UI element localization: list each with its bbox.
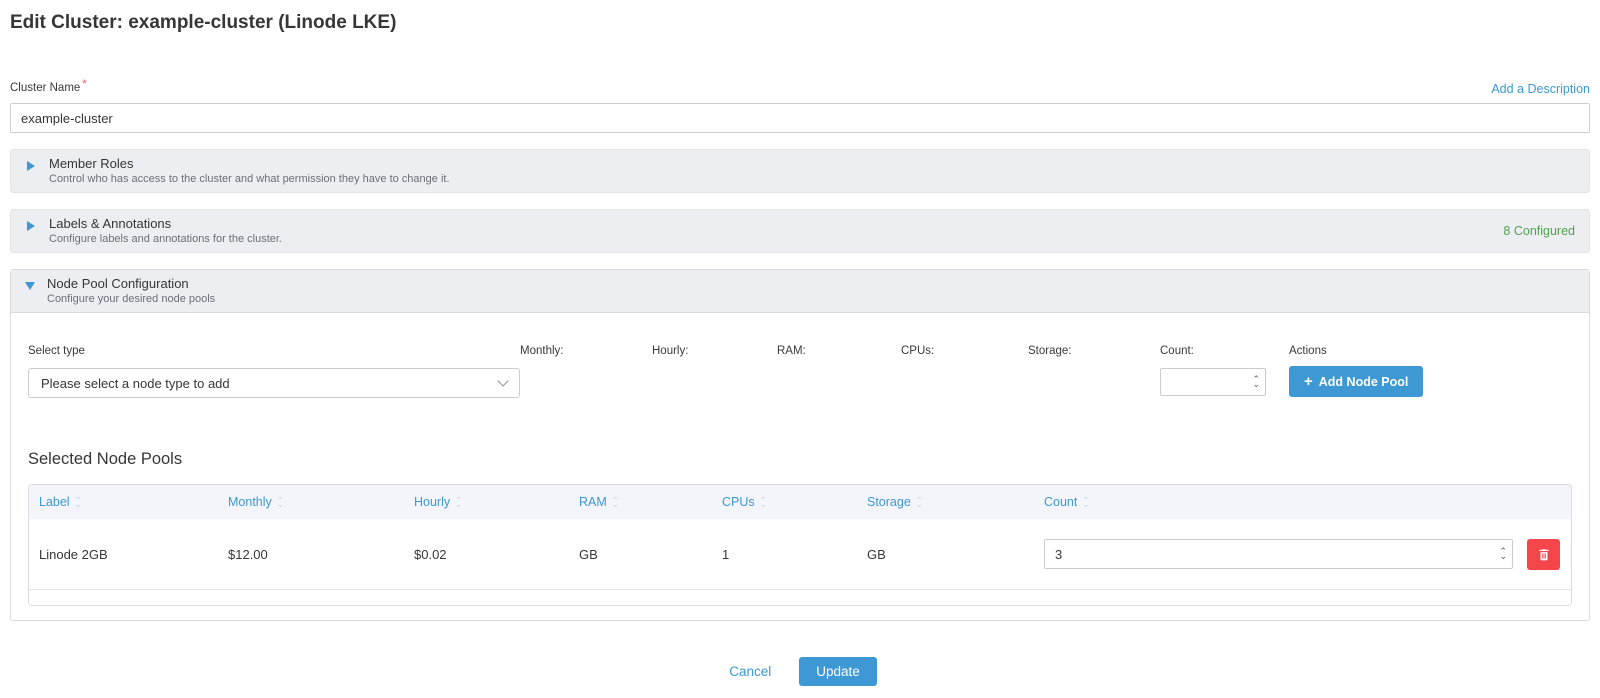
pool-label-cell: Linode 2GB xyxy=(29,547,218,562)
monthly-label: Monthly: xyxy=(520,345,652,357)
pool-count-input[interactable] xyxy=(1045,540,1512,568)
cluster-name-label-group: Cluster Name* xyxy=(10,78,87,96)
required-asterisk: * xyxy=(82,78,86,90)
storage-label: Storage: xyxy=(1028,345,1160,357)
column-header-label[interactable]: Label ⌃⌄ xyxy=(29,495,218,509)
pool-hourly-cell: $0.02 xyxy=(404,547,569,562)
pool-ram-cell: GB xyxy=(569,547,712,562)
page-title: Edit Cluster: example-cluster (Linode LK… xyxy=(10,12,1590,34)
table-header-row: Label ⌃⌄ Monthly ⌃⌄ Hourly ⌃⌄ RAM ⌃⌄ xyxy=(29,485,1571,519)
member-roles-accordion[interactable]: Member Roles Control who has access to t… xyxy=(10,149,1590,193)
sort-icon: ⌃⌄ xyxy=(277,498,284,507)
add-description-link[interactable]: Add a Description xyxy=(1491,82,1590,96)
labels-annotations-header: Labels & Annotations Configure labels an… xyxy=(25,216,282,245)
column-header-monthly[interactable]: Monthly ⌃⌄ xyxy=(218,495,404,509)
count-input[interactable] xyxy=(1161,369,1265,395)
triangle-down-icon xyxy=(25,282,35,290)
monthly-column: Monthly: xyxy=(520,345,652,357)
form-footer: Cancel Update xyxy=(10,657,1590,686)
selected-node-pools-table: Label ⌃⌄ Monthly ⌃⌄ Hourly ⌃⌄ RAM ⌃⌄ xyxy=(28,484,1572,606)
labels-annotations-accordion[interactable]: Labels & Annotations Configure labels an… xyxy=(10,209,1590,253)
selected-node-pools-heading: Selected Node Pools xyxy=(28,450,1572,469)
add-node-pool-button-label: Add Node Pool xyxy=(1319,375,1409,389)
member-roles-subtitle: Control who has access to the cluster an… xyxy=(49,173,450,185)
sort-icon: ⌃⌄ xyxy=(916,498,923,507)
sort-icon: ⌃⌄ xyxy=(760,498,767,507)
configured-count-badge: 8 Configured xyxy=(1503,224,1575,238)
count-stepper: ⌃ ⌄ xyxy=(1160,368,1266,396)
cpus-column: CPUs: xyxy=(901,345,1028,357)
cluster-name-label-row: Cluster Name* Add a Description xyxy=(10,78,1590,96)
actions-label: Actions xyxy=(1289,345,1423,357)
select-type-label: Select type xyxy=(28,345,520,357)
node-pool-configuration-subtitle: Configure your desired node pools xyxy=(47,293,215,305)
triangle-right-icon xyxy=(27,221,35,231)
actions-column: Actions + Add Node Pool xyxy=(1289,345,1423,397)
node-pool-configuration-title: Node Pool Configuration xyxy=(47,276,215,292)
ram-label: RAM: xyxy=(777,345,901,357)
trash-icon xyxy=(1537,547,1551,562)
node-type-select[interactable]: Please select a node type to add xyxy=(28,368,520,398)
column-header-cpus[interactable]: CPUs ⌃⌄ xyxy=(712,495,857,509)
number-spinner-icon[interactable]: ⌃ ⌄ xyxy=(1499,549,1507,559)
count-column: Count: ⌃ ⌄ xyxy=(1160,345,1289,396)
pool-count-cell: ⌃ ⌄ xyxy=(1034,539,1513,569)
chevron-down-icon xyxy=(497,375,508,386)
node-type-select-group: Select type Please select a node type to… xyxy=(28,345,520,398)
labels-annotations-subtitle: Configure labels and annotations for the… xyxy=(49,233,282,245)
sort-icon: ⌃⌄ xyxy=(455,498,462,507)
cluster-name-label: Cluster Name xyxy=(10,82,80,94)
pool-storage-cell: GB xyxy=(857,547,1034,562)
delete-pool-button[interactable] xyxy=(1527,539,1560,570)
member-roles-title: Member Roles xyxy=(49,156,450,172)
storage-column: Storage: xyxy=(1028,345,1160,357)
table-footer-spacer xyxy=(29,589,1571,605)
cluster-name-input[interactable] xyxy=(10,103,1590,133)
sort-icon: ⌃⌄ xyxy=(612,498,619,507)
pool-count-stepper: ⌃ ⌄ xyxy=(1044,539,1513,569)
column-header-count[interactable]: Count ⌃⌄ xyxy=(1034,495,1513,509)
pool-monthly-cell: $12.00 xyxy=(218,547,404,562)
add-node-pool-button[interactable]: + Add Node Pool xyxy=(1289,366,1423,397)
node-pool-configuration-body: Select type Please select a node type to… xyxy=(11,313,1589,620)
pool-actions-cell xyxy=(1513,539,1571,570)
caret-down-icon: ⌄ xyxy=(1499,554,1507,559)
number-spinner-icon[interactable]: ⌃ ⌄ xyxy=(1252,377,1260,387)
add-node-pool-toolbar: Select type Please select a node type to… xyxy=(28,345,1572,398)
column-header-ram[interactable]: RAM ⌃⌄ xyxy=(569,495,712,509)
plus-icon: + xyxy=(1304,373,1313,390)
column-header-hourly[interactable]: Hourly ⌃⌄ xyxy=(404,495,569,509)
pool-cpus-cell: 1 xyxy=(712,547,857,562)
column-header-storage[interactable]: Storage ⌃⌄ xyxy=(857,495,1034,509)
hourly-column: Hourly: xyxy=(652,345,777,357)
node-pool-configuration-accordion[interactable]: Node Pool Configuration Configure your d… xyxy=(11,270,1589,313)
triangle-right-icon xyxy=(27,161,35,171)
sort-icon: ⌃⌄ xyxy=(1082,498,1089,507)
cancel-button[interactable]: Cancel xyxy=(723,663,777,680)
member-roles-header: Member Roles Control who has access to t… xyxy=(25,156,450,185)
labels-annotations-title: Labels & Annotations xyxy=(49,216,282,232)
node-pool-configuration-section: Node Pool Configuration Configure your d… xyxy=(10,269,1590,621)
sort-icon: ⌃⌄ xyxy=(75,498,82,507)
update-button[interactable]: Update xyxy=(799,657,877,686)
ram-column: RAM: xyxy=(777,345,901,357)
count-label: Count: xyxy=(1160,345,1289,357)
edit-cluster-page: Edit Cluster: example-cluster (Linode LK… xyxy=(0,0,1600,686)
caret-down-icon: ⌄ xyxy=(1252,382,1260,387)
table-row: Linode 2GB $12.00 $0.02 GB 1 GB ⌃ ⌄ xyxy=(29,519,1571,589)
node-type-select-value: Please select a node type to add xyxy=(41,376,230,391)
cpus-label: CPUs: xyxy=(901,345,1028,357)
hourly-label: Hourly: xyxy=(652,345,777,357)
